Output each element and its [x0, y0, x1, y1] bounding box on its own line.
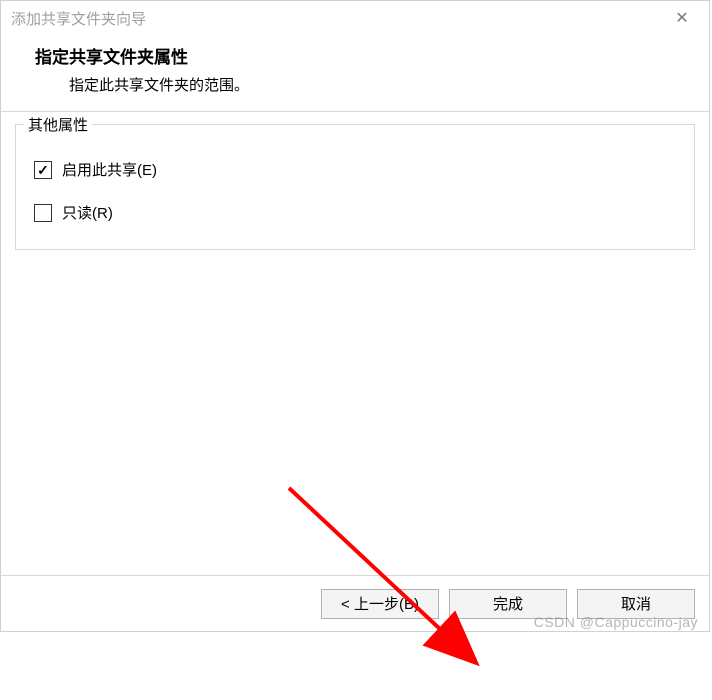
wizard-body: 其他属性 启用此共享(E) 只读(R)	[1, 112, 709, 575]
readonly-label: 只读(R)	[62, 202, 113, 223]
readonly-row[interactable]: 只读(R)	[34, 202, 676, 223]
cancel-button[interactable]: 取消	[577, 589, 695, 619]
finish-button[interactable]: 完成	[449, 589, 567, 619]
titlebar: 添加共享文件夹向导 ✕	[1, 1, 709, 35]
other-attributes-fieldset: 其他属性 启用此共享(E) 只读(R)	[15, 124, 695, 250]
page-heading: 指定共享文件夹属性	[35, 43, 689, 68]
wizard-footer: < 上一步(B) 完成 取消	[1, 575, 709, 631]
wizard-dialog: 添加共享文件夹向导 ✕ 指定共享文件夹属性 指定此共享文件夹的范围。 其他属性 …	[0, 0, 710, 632]
enable-share-checkbox[interactable]	[34, 161, 52, 179]
wizard-header: 指定共享文件夹属性 指定此共享文件夹的范围。	[1, 35, 709, 112]
page-subtext: 指定此共享文件夹的范围。	[69, 74, 689, 95]
readonly-checkbox[interactable]	[34, 204, 52, 222]
enable-share-row[interactable]: 启用此共享(E)	[34, 159, 676, 180]
back-button[interactable]: < 上一步(B)	[321, 589, 439, 619]
fieldset-legend: 其他属性	[24, 114, 92, 135]
close-icon[interactable]: ✕	[667, 8, 697, 28]
enable-share-label: 启用此共享(E)	[62, 159, 157, 180]
window-title: 添加共享文件夹向导	[11, 8, 146, 29]
